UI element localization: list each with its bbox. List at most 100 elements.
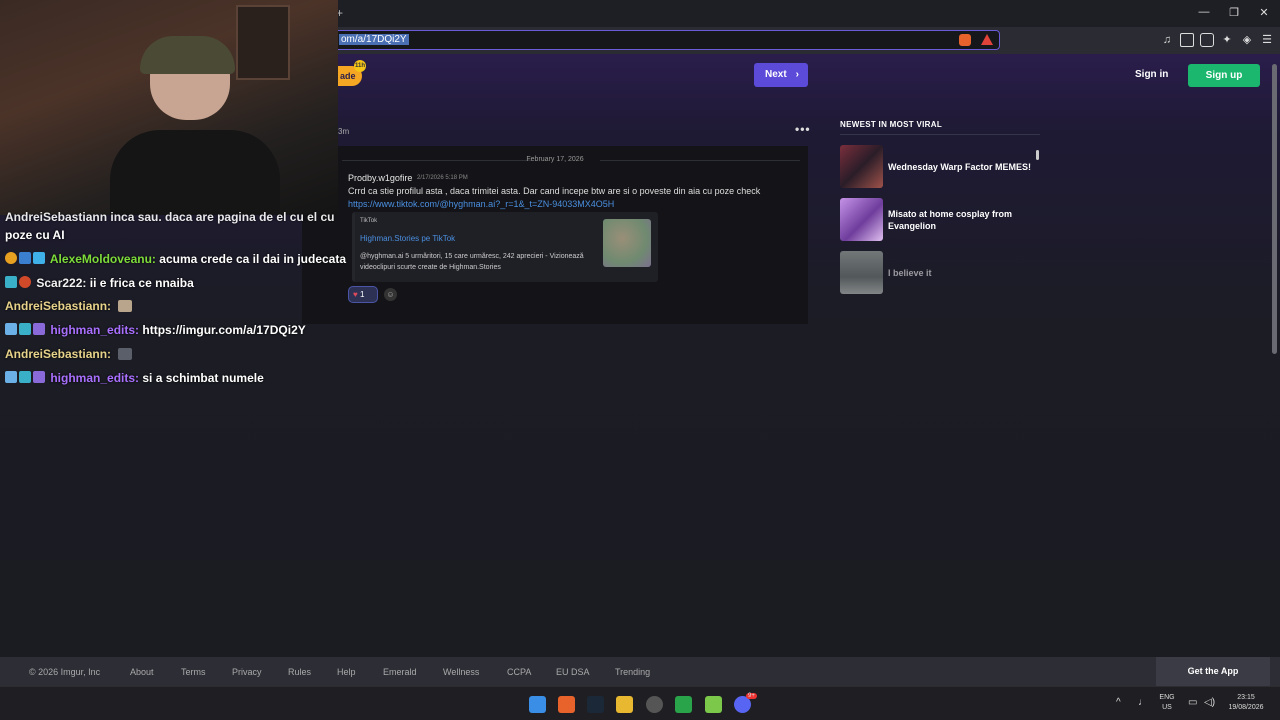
- sign-up-button[interactable]: Sign up: [1188, 64, 1260, 87]
- page-scrollbar[interactable]: [1272, 64, 1277, 354]
- language-region[interactable]: US: [1156, 704, 1178, 711]
- sign-in-link[interactable]: Sign in: [1135, 69, 1168, 80]
- chat-message: AndreiSebastiann:: [5, 299, 133, 313]
- viral-post-item[interactable]: Wednesday Warp Factor MEMES!: [840, 145, 1040, 189]
- get-app-button[interactable]: Get the App: [1156, 657, 1270, 686]
- badge-icon: [33, 371, 45, 383]
- footer-link-eu-dsa[interactable]: EU DSA: [556, 667, 590, 677]
- sidebar-icon[interactable]: [1180, 33, 1194, 47]
- sidebar-heading: NEWEST IN MOST VIRAL: [840, 120, 942, 129]
- heart-icon: ♥: [353, 290, 358, 299]
- maximize-icon[interactable]: ❐: [1226, 6, 1242, 19]
- steam-icon[interactable]: [587, 696, 604, 713]
- file-explorer-icon[interactable]: [616, 696, 633, 713]
- footer-link-wellness[interactable]: Wellness: [443, 667, 479, 677]
- chat-username[interactable]: highman_edits:: [50, 371, 139, 385]
- menu-icon[interactable]: ☰: [1260, 33, 1274, 47]
- brave-rewards-icon[interactable]: [981, 34, 993, 45]
- next-button[interactable]: Next ›: [754, 63, 808, 87]
- obs-icon[interactable]: [646, 696, 663, 713]
- badge-icon: [33, 323, 45, 335]
- discord-badge: 9+: [746, 693, 757, 699]
- site-footer: © 2026 Imgur, Inc About Terms Privacy Ru…: [0, 657, 1280, 686]
- embed-description: @hyghman.ai 5 urmăritori, 15 care urmăre…: [360, 253, 584, 271]
- heart-reaction: ♥ 1: [348, 286, 378, 303]
- chat-message: poze cu AI: [5, 228, 65, 242]
- message-text: Crrd ca stie profilul asta , daca trimit…: [348, 186, 761, 196]
- post-image[interactable]: February 17, 2026 Prodby.w1gofire 2/17/2…: [302, 146, 808, 324]
- footer-link-terms[interactable]: Terms: [181, 667, 206, 677]
- reaction-count: 1: [359, 290, 365, 299]
- chat-message: Scar222: ii e frica ce nnaiba: [5, 276, 194, 290]
- date-divider-right: [600, 160, 800, 161]
- viral-post-item[interactable]: Misato at home cosplay from Evangelion: [840, 198, 1040, 242]
- media-icon[interactable]: ♫: [1160, 33, 1174, 47]
- streamer-cap: [140, 36, 235, 74]
- minecraft-launcher-icon[interactable]: [705, 696, 722, 713]
- embed-thumbnail: [603, 219, 651, 267]
- chat-username[interactable]: AndreiSebastiann:: [5, 347, 111, 361]
- footer-link-privacy[interactable]: Privacy: [232, 667, 262, 677]
- embed-source: TikTok: [360, 218, 378, 224]
- webcam-overlay: [0, 0, 338, 215]
- next-label: Next: [765, 69, 787, 80]
- badge-icon: [19, 371, 31, 383]
- chat-username[interactable]: highman_edits:: [50, 323, 139, 337]
- chat-partial-line: AndreiSebastiann inca sau. daca are pagi…: [5, 210, 335, 224]
- minecraft-icon[interactable]: [675, 696, 692, 713]
- minimize-icon[interactable]: —: [1196, 6, 1212, 18]
- url-text[interactable]: om/a/17DQi2Y: [339, 34, 409, 45]
- viral-thumbnail: [840, 251, 883, 294]
- start-icon[interactable]: [529, 696, 546, 713]
- chat-message: AlexeMoldoveanu: acuma crede ca il dai i…: [5, 252, 346, 266]
- add-reaction-icon: ☺: [384, 288, 397, 301]
- more-options-icon[interactable]: •••: [795, 122, 811, 136]
- chat-message: highman_edits: https://imgur.com/a/17DQi…: [5, 323, 306, 337]
- streamer-shirt: [110, 130, 280, 215]
- chat-username[interactable]: AlexeMoldoveanu:: [50, 252, 156, 266]
- brave-browser-icon[interactable]: [558, 696, 575, 713]
- viral-post-item[interactable]: I believe it: [840, 251, 1040, 295]
- footer-link-ccpa[interactable]: CCPA: [507, 667, 531, 677]
- chat-username[interactable]: Scar222:: [36, 276, 86, 290]
- clock-date[interactable]: 19/08/2026: [1222, 704, 1270, 711]
- embed-title: Highman.Stories pe TikTok: [360, 234, 456, 243]
- badge-icon: [5, 371, 17, 383]
- chat-text: poze cu AI: [5, 228, 65, 242]
- badge-icon: [5, 252, 17, 264]
- network-icon[interactable]: ▭: [1188, 697, 1197, 708]
- viral-title: Wednesday Warp Factor MEMES!: [888, 162, 1032, 172]
- chat-username[interactable]: AndreiSebastiann:: [5, 299, 111, 313]
- tray-chevron-icon[interactable]: ^: [1116, 697, 1121, 708]
- leo-ai-icon[interactable]: ✦: [1220, 33, 1234, 47]
- chat-text: acuma crede ca il dai in judecata: [159, 252, 347, 266]
- footer-link-trending[interactable]: Trending: [615, 667, 650, 677]
- footer-link-about[interactable]: About: [130, 667, 154, 677]
- chevron-right-icon: ›: [795, 69, 799, 80]
- brave-shield-icon[interactable]: [959, 34, 971, 46]
- footer-link-help[interactable]: Help: [337, 667, 356, 677]
- badge-icon: [19, 323, 31, 335]
- language-code[interactable]: ENG: [1156, 694, 1178, 701]
- badge-icon: [19, 252, 31, 264]
- viral-title: I believe it: [888, 268, 932, 278]
- clock-time[interactable]: 23:15: [1226, 694, 1266, 701]
- message-link: https://www.tiktok.com/@hyghman.ai?_r=1&…: [348, 199, 615, 209]
- chat-link[interactable]: https://imgur.com/a/17DQi2Y: [142, 323, 305, 337]
- viral-thumbnail: [840, 145, 883, 188]
- footer-link-emerald[interactable]: Emerald: [383, 667, 417, 677]
- close-icon[interactable]: ✕: [1256, 6, 1272, 19]
- viral-title: Misato at home cosplay from Evangelion: [888, 209, 1013, 231]
- emote-icon: [118, 300, 133, 312]
- address-bar[interactable]: om/a/17DQi2Y: [330, 30, 1000, 50]
- footer-link-rules[interactable]: Rules: [288, 667, 311, 677]
- badge-icon: [33, 252, 45, 264]
- message-timestamp: 2/17/2026 5:18 PM: [417, 175, 468, 181]
- badge-icon: [19, 276, 31, 288]
- volume-icon[interactable]: ◁): [1204, 697, 1215, 708]
- vpn-shield-icon[interactable]: ◈: [1240, 33, 1254, 47]
- windows-taskbar: 9+ ^ ♩ ENG US ▭ ◁) 23:15 19/08/2026: [0, 686, 1280, 720]
- wallet-icon[interactable]: [1200, 33, 1214, 47]
- microphone-icon[interactable]: ♩: [1138, 697, 1148, 708]
- badge-icon: [5, 323, 17, 335]
